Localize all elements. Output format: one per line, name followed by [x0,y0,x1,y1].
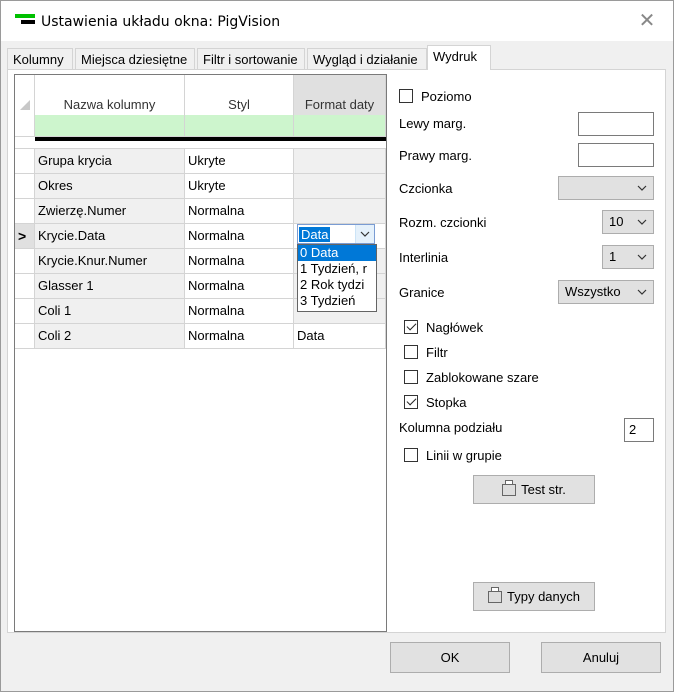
locked-gray-label: Zablokowane szare [426,370,539,385]
chevron-down-icon [637,281,647,303]
date-format-options: 0 Data 1 Tydzień, r 2 Rok tydzi 3 Tydzie… [297,244,377,312]
filter-checkbox[interactable] [404,345,418,359]
landscape-checkbox[interactable] [399,89,413,103]
table-row[interactable]: Okres Ukryte [15,174,386,199]
locked-gray-checkbox[interactable] [404,370,418,384]
split-column-label: Kolumna podziału [399,420,503,435]
print-tab-panel: Nazwa kolumny Styl Format daty Grupa kry… [7,69,666,633]
chevron-down-icon [637,177,647,199]
ok-button[interactable]: OK [390,642,510,673]
date-format-option[interactable]: 1 Tydzień, r [298,261,376,277]
header-label: Nagłówek [426,320,484,335]
line-spacing-label: Interlinia [399,250,449,265]
left-margin-label: Lewy marg. [399,116,467,131]
header-checkbox[interactable] [404,320,418,334]
header-date-format[interactable]: Format daty [294,75,386,115]
title-bar: Ustawienia układu okna: PigVision ✕ [1,1,673,41]
group-lines-checkbox[interactable] [404,448,418,462]
data-types-button[interactable]: Typy danych [473,582,595,611]
grid-corner [15,75,35,115]
close-icon[interactable]: ✕ [635,9,659,33]
app-icon [15,14,35,26]
table-row[interactable]: Grupa krycia Ukryte [15,149,386,174]
font-size-label: Rozm. czcionki [399,215,487,230]
date-format-option[interactable]: 3 Tydzień [298,293,376,309]
tab-filter-sort[interactable]: Filtr i sortowanie [197,48,305,69]
header-style[interactable]: Styl [185,75,294,115]
right-margin-label: Prawy marg. [399,148,472,163]
tab-columns[interactable]: Kolumny [7,48,73,69]
filter-row [15,115,386,137]
borders-label: Granice [399,285,445,300]
tab-decimal-places[interactable]: Miejsca dziesiętne [75,48,195,69]
chevron-down-icon[interactable] [355,225,374,243]
row-selector-marker: > [15,224,35,249]
window-title: Ustawienia układu okna: PigVision [41,14,281,30]
columns-grid: Nazwa kolumny Styl Format daty Grupa kry… [14,74,387,632]
landscape-label: Poziomo [421,89,472,104]
line-spacing-select[interactable]: 1 [602,245,654,269]
right-margin-input[interactable] [578,143,654,167]
table-row[interactable]: Zwierzę.Numer Normalna [15,199,386,224]
cancel-button[interactable]: Anuluj [541,642,661,673]
tab-print[interactable]: Wydruk [427,45,491,70]
group-lines-label: Linii w grupie [426,448,502,463]
chevron-down-icon [637,246,647,268]
test-page-button[interactable]: Test str. [473,475,595,504]
printer-icon [488,587,502,603]
font-size-select[interactable]: 10 [602,210,654,234]
tab-appearance[interactable]: Wygląd i działanie [307,48,427,69]
chevron-down-icon [637,211,647,233]
date-format-value: Data [299,227,331,242]
date-format-option[interactable]: 2 Rok tydzi [298,277,376,293]
settings-dialog: Ustawienia układu okna: PigVision ✕ Kolu… [0,0,674,692]
split-column-input[interactable]: 2 [624,418,654,442]
borders-select[interactable]: Wszystko [558,280,654,304]
date-format-dropdown[interactable]: Data [297,224,375,244]
header-column-name[interactable]: Nazwa kolumny [35,75,185,115]
font-select[interactable] [558,176,654,200]
date-format-option[interactable]: 0 Data [298,245,376,261]
printer-icon [502,480,517,496]
footer-label: Stopka [426,395,467,410]
table-row[interactable]: Coli 2 Normalna Data [15,324,386,349]
footer-checkbox[interactable] [404,395,418,409]
filter-label: Filtr [426,345,448,360]
left-margin-input[interactable] [578,112,654,136]
font-label: Czcionka [399,181,453,196]
